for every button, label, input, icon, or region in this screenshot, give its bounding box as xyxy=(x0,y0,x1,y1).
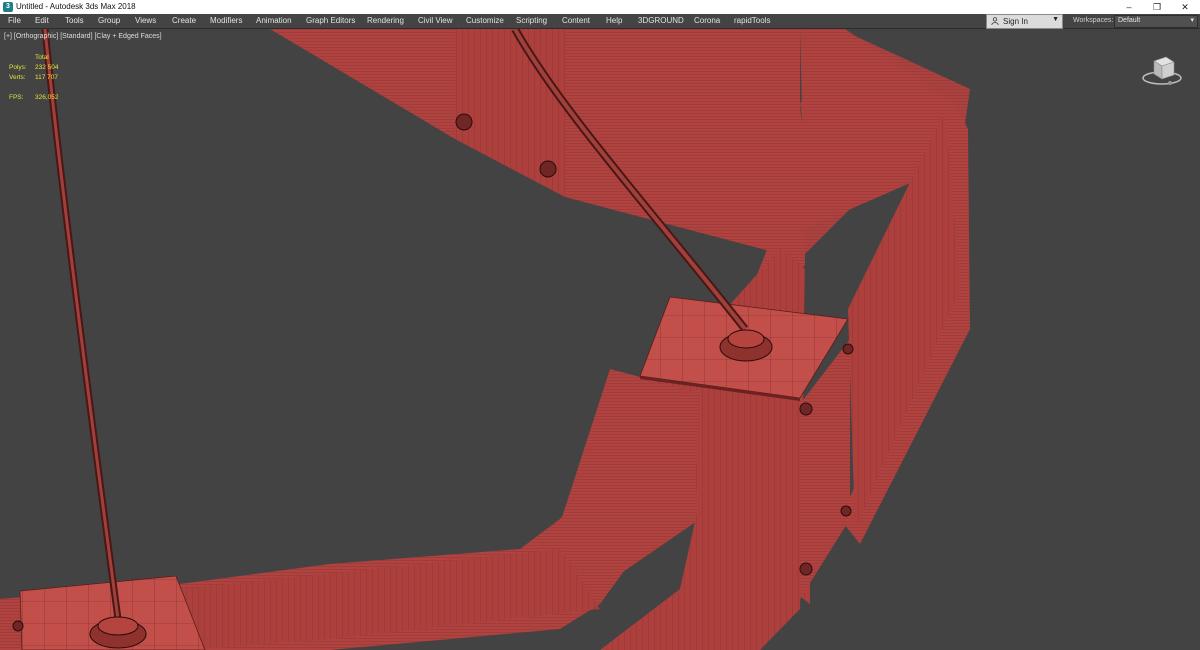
menu-corona[interactable]: Corona xyxy=(694,16,720,25)
workspace-value: Default xyxy=(1118,17,1141,24)
cable-hub xyxy=(97,616,139,636)
bolt xyxy=(799,402,813,416)
scene-model xyxy=(0,29,970,650)
chevron-down-icon: ▾ xyxy=(1190,17,1194,24)
workspaces-select[interactable]: Default ▾ xyxy=(1114,15,1198,28)
menu-modifiers[interactable]: Modifiers xyxy=(210,16,242,25)
cable-hub xyxy=(727,329,765,349)
verts-value: 117 707 xyxy=(35,74,59,81)
sign-in-dropdown[interactable]: Sign In ▼ xyxy=(986,14,1063,29)
chevron-down-icon: ▼ xyxy=(1052,16,1059,23)
menu-tools[interactable]: Tools xyxy=(65,16,84,25)
minimize-button[interactable]: – xyxy=(1114,0,1144,14)
viewport-label[interactable]: [+] [Orthographic] [Standard] [Clay + Ed… xyxy=(4,33,162,40)
bolt xyxy=(539,160,557,178)
menu-animation[interactable]: Animation xyxy=(256,16,292,25)
menu-help[interactable]: Help xyxy=(606,16,622,25)
close-button[interactable]: ✕ xyxy=(1170,0,1200,14)
menu-civil-view[interactable]: Civil View xyxy=(418,16,453,25)
app-logo-icon: 3 xyxy=(3,2,13,12)
title-bar: 3 Untitled - Autodesk 3ds Max 2018 – ❐ ✕ xyxy=(0,0,1200,14)
bolt xyxy=(840,505,852,517)
menu-create[interactable]: Create xyxy=(172,16,196,25)
menu-customize[interactable]: Customize xyxy=(466,16,504,25)
bolt xyxy=(842,343,854,355)
menu-group[interactable]: Group xyxy=(98,16,120,25)
bolt xyxy=(455,113,473,131)
menu-content[interactable]: Content xyxy=(562,16,590,25)
menu-3dground[interactable]: 3DGROUND xyxy=(638,16,684,25)
menu-edit[interactable]: Edit xyxy=(35,16,49,25)
window-title: Untitled - Autodesk 3ds Max 2018 xyxy=(16,2,136,11)
viewcube-icon[interactable] xyxy=(1140,51,1184,91)
bolt xyxy=(799,562,813,576)
viewport-perspective[interactable]: [+] [Orthographic] [Standard] [Clay + Ed… xyxy=(0,29,1200,650)
workspaces-label: Workspaces: xyxy=(1073,17,1114,24)
polys-value: 232 504 xyxy=(35,64,59,71)
viewport-statistics: Total Polys: 232 504 Verts: 117 707 FPS: 32… xyxy=(9,53,89,103)
menu-rendering[interactable]: Rendering xyxy=(367,16,404,25)
menu-file[interactable]: File xyxy=(8,16,21,25)
polys-label: Polys: xyxy=(9,64,27,71)
user-icon xyxy=(991,17,999,25)
menu-rapidtools[interactable]: rapidTools xyxy=(734,16,770,25)
menu-graph-editors[interactable]: Graph Editors xyxy=(306,16,355,25)
sign-in-label: Sign In xyxy=(1003,17,1028,26)
bolt xyxy=(12,620,24,632)
stats-header: Total xyxy=(35,54,49,61)
fps-value: 326,052 xyxy=(35,94,59,101)
fps-label: FPS: xyxy=(9,94,24,101)
menu-scripting[interactable]: Scripting xyxy=(516,16,547,25)
verts-label: Verts: xyxy=(9,74,26,81)
maximize-button[interactable]: ❐ xyxy=(1142,0,1172,14)
menu-views[interactable]: Views xyxy=(135,16,156,25)
